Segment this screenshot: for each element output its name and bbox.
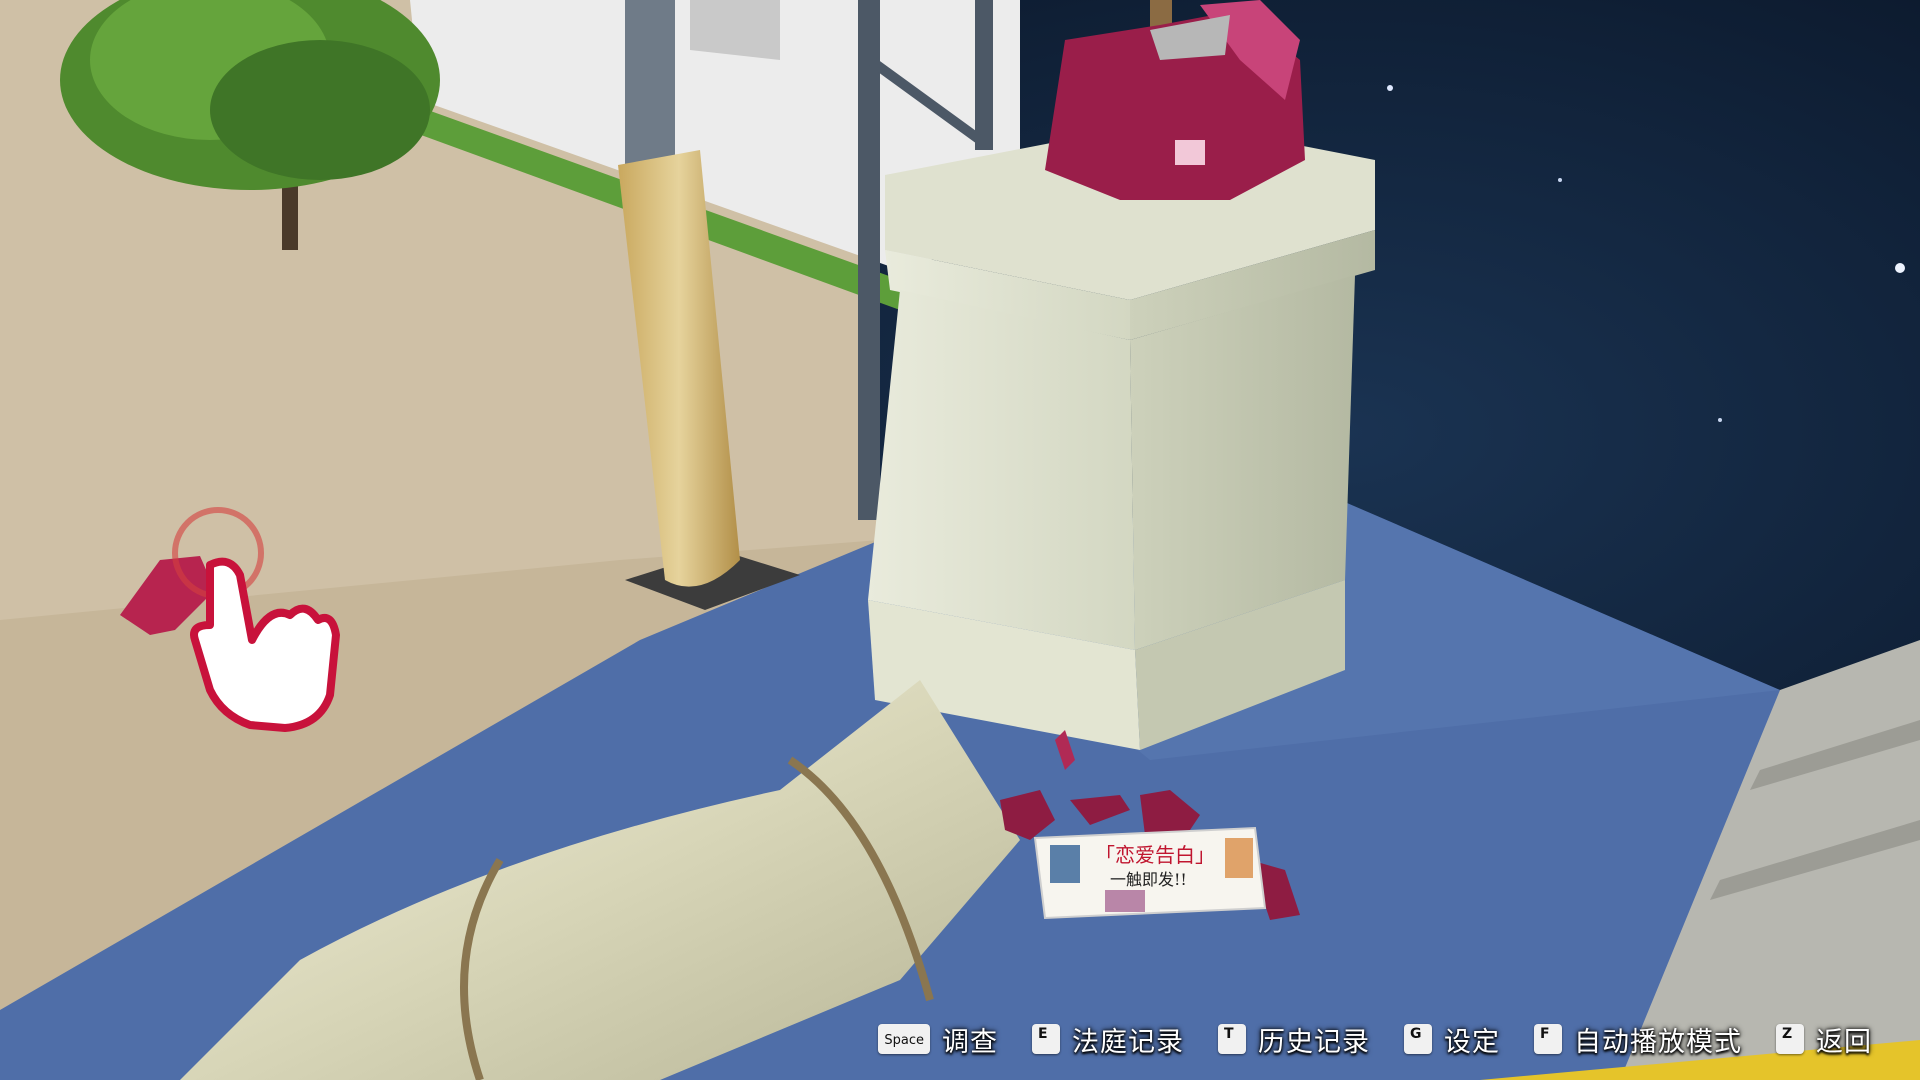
control-hints-bar: Space 调查 E 法庭记录 T 历史记录 G 设定 F 自动播放模式 Z 返… [878,1018,1872,1060]
hint-label: 调查 [942,1026,998,1058]
key-space: Space [878,1024,930,1054]
hint-auto-play[interactable]: F 自动播放模式 [1534,1020,1742,1059]
hint-label: 自动播放模式 [1574,1026,1742,1058]
key-e: E [1032,1024,1060,1054]
game-scene: 「恋爱告白」 一触即发!! [0,0,1920,1080]
star [1558,178,1562,182]
hint-label: 法庭记录 [1072,1026,1184,1058]
key-label: T [1224,1026,1234,1042]
key-label: F [1540,1026,1550,1042]
newspaper-photo [1105,890,1145,912]
metal-pole [625,0,675,165]
hint-court-record[interactable]: E 法庭记录 [1032,1020,1184,1059]
newspaper-subhead: 一触即发!! [1110,870,1187,889]
hint-label: 设定 [1444,1026,1500,1058]
hint-history-log[interactable]: T 历史记录 [1218,1020,1370,1059]
newspaper-photo [1050,845,1080,883]
key-label: Z [1782,1026,1793,1042]
key-label: G [1410,1026,1422,1042]
newspaper[interactable]: 「恋爱告白」 一触即发!! [1033,826,1267,920]
key-g: G [1404,1024,1432,1054]
marble-pedestal [868,120,1375,750]
star [1895,263,1905,273]
hint-back[interactable]: Z 返回 [1776,1020,1872,1059]
key-label: Space [884,1032,924,1048]
hint-investigate[interactable]: Space 调查 [878,1020,998,1059]
scaffold-pole [858,0,880,520]
key-f: F [1534,1024,1562,1054]
hint-label: 历史记录 [1258,1026,1370,1058]
newspaper-headline: 「恋爱告白」 [1095,843,1215,867]
newspaper-photo [1225,838,1253,878]
key-z: Z [1776,1024,1804,1054]
star [1387,85,1393,91]
key-t: T [1218,1024,1246,1054]
hint-settings[interactable]: G 设定 [1404,1020,1500,1059]
key-label: E [1038,1026,1048,1042]
scaffold-pole [975,0,993,150]
star [1718,418,1722,422]
hint-label: 返回 [1816,1026,1872,1058]
building-window [690,0,780,60]
